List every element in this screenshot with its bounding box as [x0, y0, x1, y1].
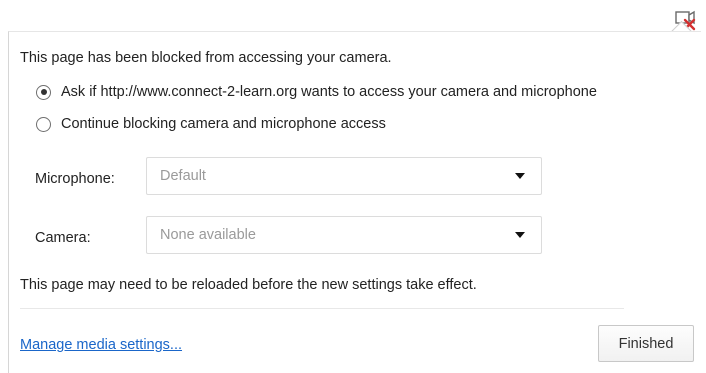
media-permission-bubble: This page has been blocked from accessin…	[8, 31, 701, 373]
chevron-down-icon	[515, 232, 525, 238]
radio-label-ask: Ask if http://www.connect-2-learn.org wa…	[61, 84, 597, 100]
page: This page has been blocked from accessin…	[0, 0, 706, 373]
camera-select[interactable]: None available	[146, 216, 542, 254]
microphone-select-value: Default	[160, 168, 206, 184]
radio-button-unselected[interactable]	[36, 116, 51, 132]
microphone-select[interactable]: Default	[146, 157, 542, 195]
chevron-down-icon	[515, 173, 525, 179]
bubble-heading: This page has been blocked from accessin…	[20, 50, 392, 66]
radio-button-selected[interactable]	[36, 84, 51, 100]
camera-select-value: None available	[160, 227, 256, 243]
finished-button[interactable]: Finished	[598, 325, 694, 362]
reload-note: This page may need to be reloaded before…	[20, 277, 477, 293]
radio-ask-permission[interactable]: Ask if http://www.connect-2-learn.org wa…	[36, 84, 597, 100]
microphone-label: Microphone:	[35, 171, 115, 187]
radio-continue-blocking[interactable]: Continue blocking camera and microphone …	[36, 116, 386, 132]
manage-media-settings-link[interactable]: Manage media settings...	[20, 337, 182, 353]
camera-label: Camera:	[35, 230, 91, 246]
divider	[20, 308, 624, 309]
radio-label-block: Continue blocking camera and microphone …	[61, 116, 386, 132]
